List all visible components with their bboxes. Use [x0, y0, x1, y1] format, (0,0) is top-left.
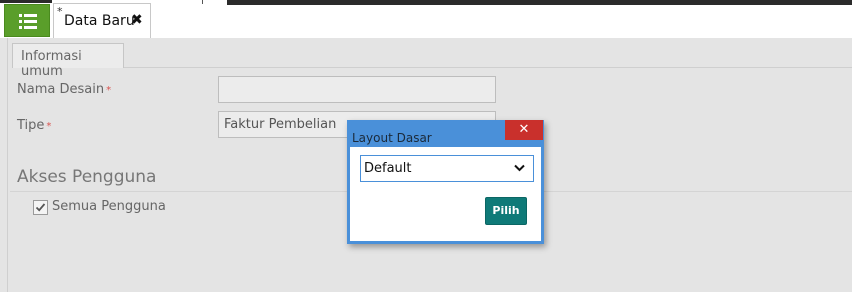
chevron-down-icon — [514, 164, 525, 172]
nama-desain-input[interactable] — [218, 76, 496, 103]
top-edge-line — [0, 0, 52, 3]
layout-dasar-dialog: Layout Dasar ✕ Default Pilih — [347, 120, 544, 244]
required-mark: * — [106, 85, 112, 96]
layout-select-value: Default — [364, 161, 412, 176]
tab-label: Data Baru — [64, 13, 135, 29]
nama-desain-label-text: Nama Desain — [17, 82, 105, 97]
tipe-label: Tipe * — [17, 118, 51, 133]
semua-pengguna-checkbox[interactable] — [33, 200, 48, 215]
top-dark-strip — [227, 0, 852, 5]
dialog-close-button[interactable]: ✕ — [505, 120, 543, 140]
tipe-value: Faktur Pembelian — [224, 117, 337, 132]
close-icon[interactable]: ✖ — [131, 12, 143, 28]
tipe-label-text: Tipe — [17, 118, 45, 133]
modified-indicator: * — [57, 5, 63, 18]
tab-data-baru[interactable]: * Data Baru ✖ — [53, 3, 151, 38]
akses-pengguna-heading: Akses Pengguna — [17, 167, 157, 187]
tab-informasi-umum[interactable]: Informasi umum — [12, 43, 124, 79]
top-divider — [202, 0, 203, 4]
dialog-title: Layout Dasar — [352, 131, 432, 145]
semua-pengguna-label: Semua Pengguna — [52, 199, 166, 214]
checkmark-icon — [35, 203, 46, 212]
nama-desain-label: Nama Desain * — [17, 82, 111, 97]
pilih-button-label: Pilih — [492, 204, 520, 217]
required-mark: * — [46, 121, 52, 132]
pilih-button[interactable]: Pilih — [485, 197, 527, 225]
tab-underline — [124, 67, 852, 68]
list-icon — [19, 14, 37, 29]
close-icon: ✕ — [518, 122, 530, 137]
menu-button[interactable] — [4, 4, 50, 37]
